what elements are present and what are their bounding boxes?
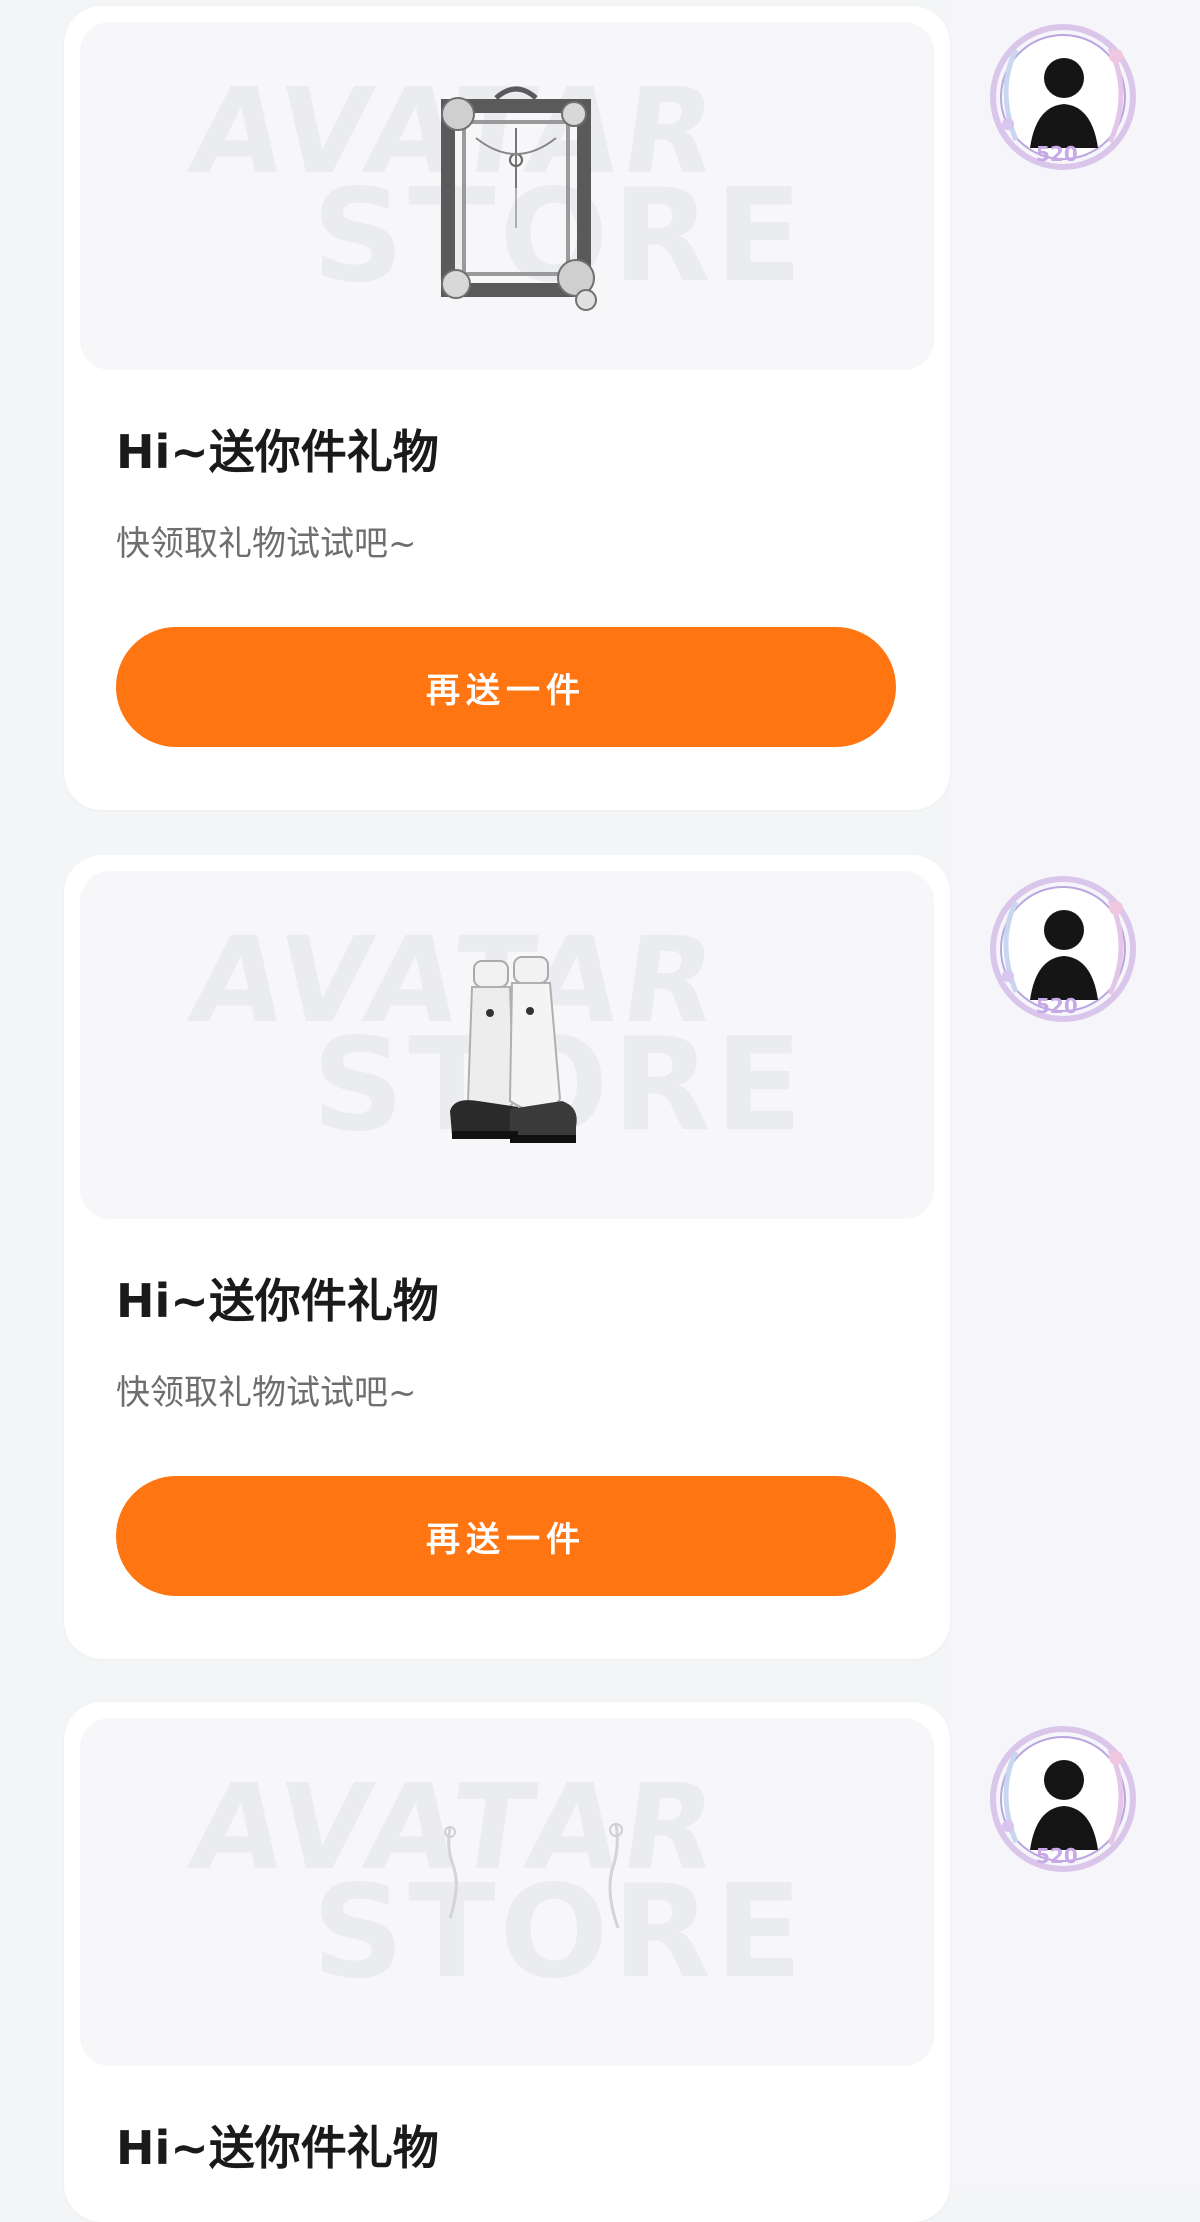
resend-gift-button[interactable]: 再送一件	[116, 627, 896, 747]
gift-message-card: AVATAR STORE Hi~送你件礼物 快领取礼物试试吧~ 再送一件	[64, 855, 950, 1659]
gift-subtitle: 快领取礼物试试吧~	[116, 524, 417, 564]
gift-title: Hi~送你件礼物	[116, 2121, 439, 2175]
gift-title: Hi~送你件礼物	[116, 425, 439, 479]
gift-message-card: AVATAR STORE Hi~送你件礼物 快领取礼物试试吧~ 再送一件	[64, 6, 950, 810]
earrings-icon	[444, 1823, 623, 1929]
avatar-badge: 520	[1036, 142, 1078, 166]
gift-preview[interactable]: AVATAR STORE	[80, 1718, 934, 2066]
sender-avatar[interactable]: 520	[986, 1722, 1140, 1876]
avatar-badge: 520	[1036, 994, 1078, 1018]
gift-title: Hi~送你件礼物	[116, 1274, 439, 1328]
gift-preview[interactable]: AVATAR STORE	[80, 871, 934, 1219]
white-boots-icon	[450, 956, 577, 1143]
gift-message-card: AVATAR STORE Hi~送你件礼物	[64, 1702, 950, 2222]
sender-avatar[interactable]: 520	[986, 872, 1140, 1026]
sender-avatar[interactable]: 520	[986, 20, 1140, 174]
ornate-mirror-frame-icon	[441, 86, 597, 311]
gift-subtitle: 快领取礼物试试吧~	[116, 1373, 417, 1413]
gift-preview[interactable]: AVATAR STORE	[80, 22, 934, 370]
avatar-badge: 520	[1036, 1844, 1078, 1868]
resend-gift-button[interactable]: 再送一件	[116, 1476, 896, 1596]
